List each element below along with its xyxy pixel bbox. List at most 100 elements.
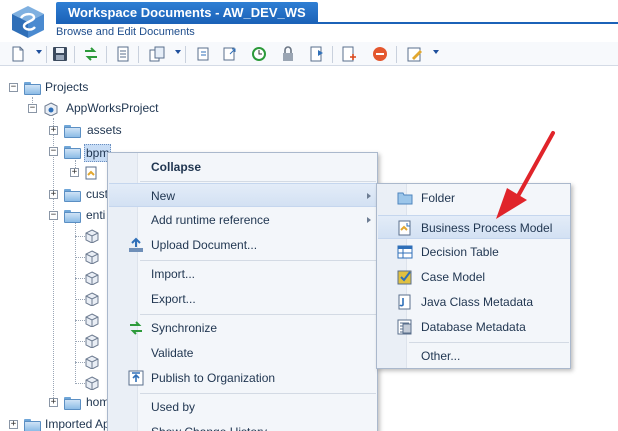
- entity-icon[interactable]: [85, 250, 99, 264]
- expand-toggle-icon[interactable]: +: [49, 190, 58, 199]
- submenu-item-label: Decision Table: [421, 245, 499, 259]
- menu-item-synchronize[interactable]: Synchronize: [109, 316, 377, 340]
- menu-item-collapse[interactable]: Collapse: [109, 155, 377, 179]
- menu-item-new[interactable]: New: [109, 183, 377, 207]
- entity-icon[interactable]: [85, 229, 99, 243]
- entity-icon[interactable]: [85, 376, 99, 390]
- submenu-item-label: Folder: [421, 191, 456, 205]
- expand-toggle-icon[interactable]: +: [9, 420, 18, 429]
- expand-toggle-icon[interactable]: +: [49, 398, 58, 407]
- menu-item-label: Upload Document...: [151, 238, 258, 252]
- tree-item-projects[interactable]: Projects: [45, 80, 88, 94]
- menu-item-label: Import...: [151, 267, 196, 281]
- submenu-item-java-class-metadata[interactable]: Java Class Metadata: [378, 290, 570, 314]
- menu-item-label: New: [151, 189, 176, 203]
- delete-icon[interactable]: [372, 46, 388, 62]
- submenu-item-label: Case Model: [421, 270, 486, 284]
- expand-toggle-icon[interactable]: +: [70, 168, 79, 177]
- tree-item-imported[interactable]: Imported Ap: [45, 417, 110, 431]
- collapse-toggle-icon[interactable]: −: [28, 104, 37, 113]
- folder-icon: [64, 125, 81, 138]
- lock-icon[interactable]: [280, 46, 296, 62]
- copy-dropdown-caret-icon[interactable]: [175, 50, 181, 54]
- menu-item-import[interactable]: Import...: [109, 262, 377, 286]
- tree-item-hom[interactable]: hom: [86, 395, 109, 409]
- history-icon[interactable]: [251, 46, 267, 62]
- copy-icon[interactable]: [149, 46, 165, 62]
- window-subtitle: Browse and Edit Documents: [56, 26, 195, 38]
- tree-item-appworksproject[interactable]: AppWorksProject: [66, 101, 158, 115]
- collapse-toggle-icon[interactable]: −: [49, 147, 58, 156]
- context-menu: Collapse New Add runtime reference Uploa…: [107, 152, 378, 431]
- submenu-item-decision-table[interactable]: Decision Table: [378, 240, 570, 264]
- new-page-icon[interactable]: [341, 46, 357, 62]
- edit-icon[interactable]: [407, 46, 423, 62]
- submenu-arrow-icon: [367, 217, 371, 223]
- entity-icon[interactable]: [85, 355, 99, 369]
- entity-icon[interactable]: [85, 271, 99, 285]
- submenu-item-other[interactable]: Other...: [378, 344, 570, 368]
- menu-separator: [140, 181, 376, 182]
- menu-item-label: Publish to Organization: [151, 371, 276, 385]
- tree-connector: [75, 278, 85, 279]
- new-dropdown-caret-icon[interactable]: [36, 50, 42, 54]
- submenu-item-label: Database Metadata: [421, 320, 526, 334]
- edit-dropdown-caret-icon[interactable]: [433, 50, 439, 54]
- upload-icon: [129, 237, 143, 252]
- toolbar-separator: [46, 46, 47, 63]
- publish-icon[interactable]: [309, 46, 325, 62]
- folder-open-icon: [64, 210, 81, 223]
- import-icon[interactable]: [196, 46, 212, 62]
- document-icon[interactable]: [115, 46, 131, 62]
- submenu-item-label: Other...: [421, 349, 461, 363]
- tree-connector: [75, 299, 85, 300]
- submenu-item-case-model[interactable]: Case Model: [378, 265, 570, 289]
- menu-item-add-runtime-reference[interactable]: Add runtime reference: [109, 208, 377, 232]
- tree-item-cust[interactable]: cust: [86, 187, 108, 201]
- toolbar-separator: [138, 46, 139, 63]
- menu-separator: [140, 314, 376, 315]
- export-icon[interactable]: [222, 46, 238, 62]
- submenu-item-business-process-model[interactable]: Business Process Model: [378, 215, 570, 239]
- process-model-icon: [85, 166, 97, 180]
- submenu-item-label: Java Class Metadata: [421, 295, 534, 309]
- menu-item-upload-document[interactable]: Upload Document...: [109, 233, 377, 257]
- expand-toggle-icon[interactable]: +: [49, 126, 58, 135]
- menu-item-publish[interactable]: Publish to Organization: [109, 366, 377, 390]
- menu-item-label: Synchronize: [151, 321, 218, 335]
- menu-separator: [140, 260, 376, 261]
- case-model-icon: [397, 270, 412, 285]
- window-title-tab[interactable]: Workspace Documents - AW_DEV_WS: [56, 2, 318, 23]
- submenu-item-database-metadata[interactable]: Database Metadata: [378, 315, 570, 339]
- synchronize-icon[interactable]: [83, 46, 99, 62]
- menu-item-export[interactable]: Export...: [109, 287, 377, 311]
- entity-icon[interactable]: [85, 292, 99, 306]
- menu-item-show-change-history[interactable]: Show Change History: [109, 420, 377, 431]
- toolbar-separator: [185, 46, 186, 63]
- database-metadata-icon: [397, 319, 412, 335]
- appworks-logo-icon: [12, 6, 44, 38]
- menu-item-label: Used by: [151, 400, 196, 414]
- tree-connector: [75, 362, 85, 363]
- collapse-toggle-icon[interactable]: −: [9, 83, 18, 92]
- save-icon[interactable]: [52, 46, 68, 62]
- menu-item-label: Show Change History: [151, 420, 267, 431]
- folder-icon: [64, 397, 81, 410]
- new-document-icon[interactable]: [10, 46, 26, 62]
- tree-connector: [75, 320, 85, 321]
- menu-item-label: Export...: [151, 292, 196, 306]
- tree-connector: [75, 236, 85, 237]
- entity-icon[interactable]: [85, 313, 99, 327]
- tree-connector: [75, 341, 85, 342]
- tree-item-enti[interactable]: enti: [86, 208, 105, 222]
- menu-item-validate[interactable]: Validate: [109, 341, 377, 365]
- submenu-item-folder[interactable]: Folder: [378, 186, 570, 210]
- tree-item-assets[interactable]: assets: [87, 123, 122, 137]
- submenu-item-label: Business Process Model: [421, 221, 553, 235]
- toolbar-separator: [396, 46, 397, 63]
- collapse-toggle-icon[interactable]: −: [49, 211, 58, 220]
- title-underline: [56, 22, 618, 24]
- toolbar: [0, 42, 618, 66]
- menu-item-used-by[interactable]: Used by: [109, 395, 377, 419]
- entity-icon[interactable]: [85, 334, 99, 348]
